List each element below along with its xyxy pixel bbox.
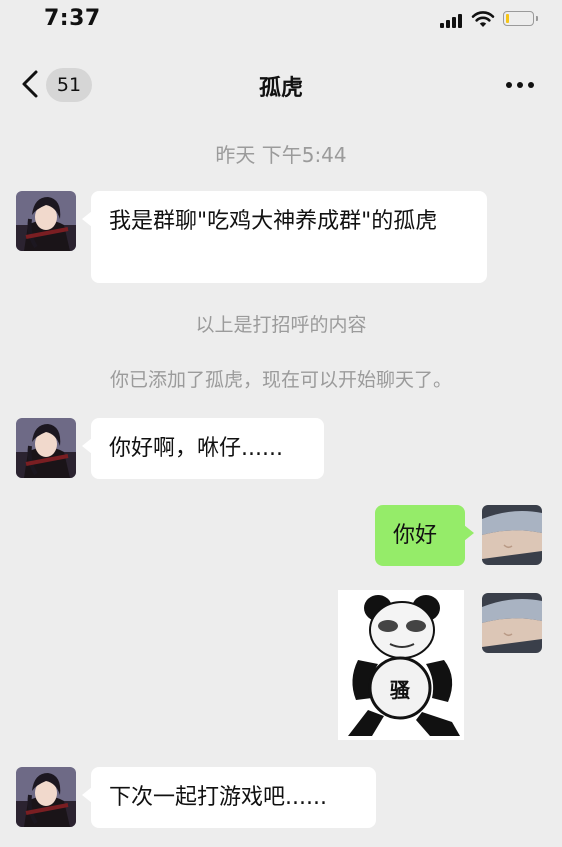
message-timestamp: 昨天 下午5:44 xyxy=(215,143,347,167)
chat-title: 孤虎 xyxy=(258,76,303,101)
status-time: 7:37 xyxy=(44,6,101,31)
my-avatar[interactable] xyxy=(482,505,542,565)
message-text: 我是群聊"吃鸡大神养成群"的孤虎 xyxy=(109,209,438,234)
received-message-bubble[interactable]: 下次一起打游戏吧...... xyxy=(82,767,376,828)
message-text: 你好啊，咻仔...... xyxy=(109,436,283,461)
contact-avatar[interactable] xyxy=(16,767,76,827)
contact-avatar[interactable] xyxy=(16,418,76,478)
wifi-icon xyxy=(471,11,495,27)
battery-icon xyxy=(503,11,538,26)
battery-level xyxy=(506,14,509,23)
my-avatar[interactable] xyxy=(482,593,542,653)
sticker-caption: 骚 xyxy=(390,678,410,702)
message-text: 你好 xyxy=(393,523,438,548)
panda-sticker[interactable]: 骚 xyxy=(338,590,464,740)
chat-header: 51 孤虎 xyxy=(0,56,562,116)
status-bar: 7:37 xyxy=(0,0,562,40)
system-notice-added: 你已添加了孤虎，现在可以开始聊天了。 xyxy=(109,369,452,391)
ellipsis-icon[interactable] xyxy=(500,70,540,100)
received-message-bubble[interactable]: 你好啊，咻仔...... xyxy=(82,418,324,479)
message-text: 下次一起打游戏吧...... xyxy=(109,785,327,810)
received-message-bubble[interactable]: 我是群聊"吃鸡大神养成群"的孤虎 xyxy=(82,191,487,283)
contact-avatar[interactable] xyxy=(16,191,76,251)
system-notice-greeting: 以上是打招呼的内容 xyxy=(195,314,367,336)
cellular-signal-icon xyxy=(440,14,462,28)
sent-message-bubble[interactable]: 你好 xyxy=(375,505,474,566)
